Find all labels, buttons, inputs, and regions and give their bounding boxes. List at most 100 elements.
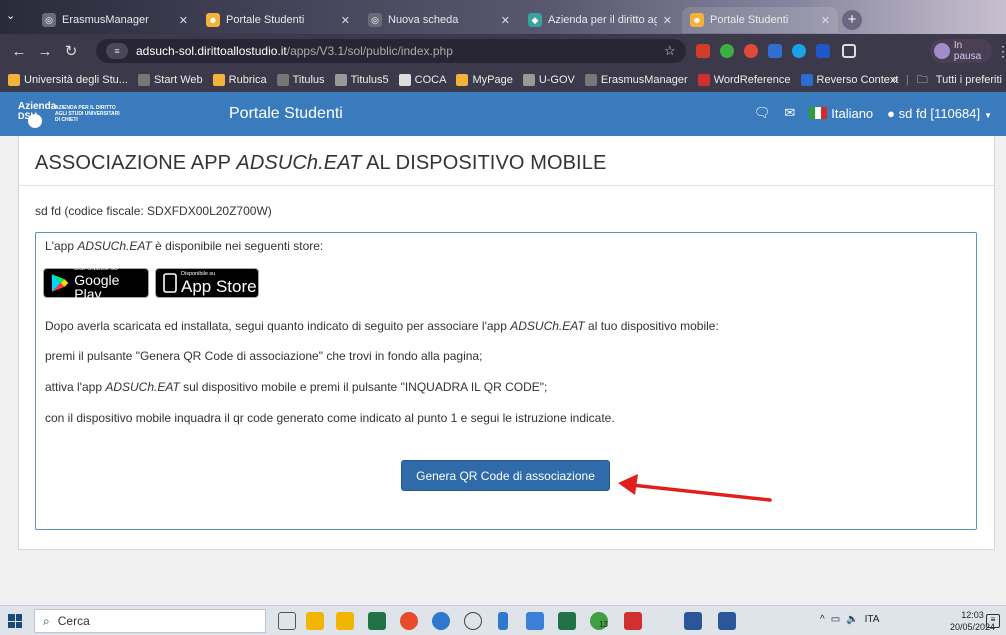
avatar bbox=[934, 43, 950, 59]
browser-toolbar: ← → ↻ ≡ adsuch-sol.dirittoallostudio.it /… bbox=[0, 34, 1006, 68]
portal-title[interactable]: Portale Studenti bbox=[229, 105, 343, 123]
calendar-icon[interactable] bbox=[526, 612, 544, 630]
generate-qr-code-button[interactable]: Genera QR Code di associazione bbox=[401, 460, 610, 491]
mail-icon[interactable]: ✉ bbox=[784, 105, 795, 121]
tab-azienda[interactable]: ◆ Azienda per il diritto agl ✕ bbox=[520, 7, 680, 33]
whatsapp-icon[interactable]: 13 bbox=[590, 612, 608, 630]
reload-icon[interactable]: ↻ bbox=[58, 42, 84, 60]
windows-taskbar: ⌕ Cerca 13 ^ ▭ 🔈 ITA 12:03 20/05/2024 ≡ bbox=[0, 605, 1006, 635]
bookmark-item[interactable]: ErasmusManager bbox=[584, 74, 688, 86]
chrome-icon[interactable] bbox=[400, 612, 418, 630]
grammar-extension-icon[interactable] bbox=[720, 44, 734, 58]
screen-extension-icon[interactable] bbox=[816, 44, 830, 58]
azienda-dsu-logo[interactable]: Azienda DSU AZIENDA PER IL DIRITTO AGLI … bbox=[18, 98, 138, 130]
page-title: ASSOCIAZIONE APP ADSUCh.EAT AL DISPOSITI… bbox=[35, 152, 607, 174]
opera-extension-icon[interactable] bbox=[744, 44, 758, 58]
divider bbox=[19, 185, 994, 186]
windows-start-icon[interactable] bbox=[8, 614, 22, 628]
portal-icon bbox=[8, 74, 20, 86]
extension-icon[interactable] bbox=[792, 44, 806, 58]
chevron-up-icon[interactable]: ^ bbox=[820, 614, 825, 625]
word-icon[interactable] bbox=[684, 612, 702, 630]
google-play-badge[interactable]: DISPONIBILE SU Google Play bbox=[43, 266, 149, 301]
chromium-icon: ◎ bbox=[42, 13, 56, 27]
file-explorer-icon[interactable] bbox=[306, 612, 324, 630]
tab-nuova-scheda[interactable]: ◎ Nuova scheda ✕ bbox=[360, 7, 518, 33]
all-bookmarks-button[interactable]: Tutti i preferiti bbox=[936, 74, 1002, 86]
chrome-profile-icon[interactable] bbox=[432, 612, 450, 630]
association-panel: ASSOCIAZIONE APP ADSUCh.EAT AL DISPOSITI… bbox=[18, 136, 995, 550]
portal-icon: ☻ bbox=[206, 13, 220, 27]
bookmark-item[interactable]: Università degli Stu... bbox=[8, 74, 128, 86]
pen-icon[interactable] bbox=[464, 612, 482, 630]
notification-icon[interactable]: ≡ bbox=[986, 614, 1000, 628]
bookmarks-bar: Università degli Stu... Start Web Rubric… bbox=[0, 68, 1006, 92]
step-1: premi il pulsante "Genera QR Code di ass… bbox=[45, 349, 483, 363]
close-icon[interactable]: ✕ bbox=[663, 14, 672, 27]
bookmark-item[interactable]: Rubrica bbox=[212, 74, 267, 86]
user-menu[interactable]: ● sd fd [110684] ▼ bbox=[887, 106, 992, 121]
globe-icon bbox=[584, 74, 597, 86]
address-bar[interactable]: ≡ adsuch-sol.dirittoallostudio.it/apps/V… bbox=[96, 39, 686, 63]
bookmark-item[interactable]: U-GOV bbox=[522, 74, 575, 86]
forward-icon[interactable]: → bbox=[32, 43, 58, 60]
language-selector[interactable]: Italiano bbox=[809, 106, 873, 121]
tab-portale-studenti-active[interactable]: ☻ Portale Studenti ✕ bbox=[682, 7, 838, 33]
close-icon[interactable]: ✕ bbox=[821, 14, 830, 27]
bookmark-item[interactable]: Reverso Context bbox=[800, 74, 898, 86]
page-background bbox=[18, 550, 995, 598]
wordreference-icon bbox=[697, 74, 710, 86]
download-icon[interactable] bbox=[498, 612, 508, 630]
more-bookmarks-button[interactable]: » bbox=[892, 74, 898, 86]
language-indicator[interactable]: ITA bbox=[865, 614, 880, 625]
app-store-badge[interactable]: Disponibile su App Store bbox=[155, 268, 259, 298]
close-icon[interactable]: ✕ bbox=[179, 14, 188, 27]
instructions-box: L'app ADSUCh.EAT è disponibile nei segue… bbox=[35, 232, 977, 530]
globe-icon bbox=[137, 74, 150, 86]
tab-portale-studenti[interactable]: ☻ Portale Studenti ✕ bbox=[198, 7, 358, 33]
acrobat-icon[interactable] bbox=[624, 612, 642, 630]
chat-icon[interactable]: 🗨 bbox=[754, 105, 771, 121]
extensions-puzzle-icon[interactable] bbox=[842, 44, 856, 58]
bookmark-item[interactable]: Titulus5 bbox=[334, 74, 389, 86]
back-icon[interactable]: ← bbox=[6, 43, 32, 60]
instructions-intro: Dopo averla scaricata ed installata, seg… bbox=[45, 319, 719, 333]
new-tab-button[interactable]: + bbox=[842, 10, 862, 30]
browser-menu-icon[interactable]: ⋮ bbox=[996, 43, 1006, 60]
volume-icon[interactable]: 🔈 bbox=[846, 614, 858, 625]
url-path: /apps/V3.1/sol/public/index.php bbox=[286, 44, 453, 58]
url-host: adsuch-sol.dirittoallostudio.it bbox=[136, 44, 287, 58]
step-2: attiva l'app ADSUCh.EAT sul dispositivo … bbox=[45, 380, 548, 394]
dsu-emblem-icon bbox=[28, 114, 42, 128]
close-icon[interactable]: ✕ bbox=[341, 14, 350, 27]
caret-down-icon: ▼ bbox=[984, 110, 992, 120]
file-explorer-icon[interactable] bbox=[336, 612, 354, 630]
bookmark-item[interactable]: MyPage bbox=[456, 74, 513, 86]
portal-icon: ☻ bbox=[690, 13, 704, 27]
azienda-icon: ◆ bbox=[528, 13, 542, 27]
translate-extension-icon[interactable] bbox=[768, 44, 782, 58]
excel-icon[interactable] bbox=[368, 612, 386, 630]
network-icon[interactable]: ▭ bbox=[831, 614, 840, 625]
tab-erasmusmanager[interactable]: ◎ ErasmusManager ✕ bbox=[34, 7, 196, 33]
bookmark-item[interactable]: COCA bbox=[398, 74, 446, 86]
bookmark-item[interactable]: Titulus bbox=[276, 74, 325, 86]
close-icon[interactable]: ✕ bbox=[501, 14, 510, 27]
bookmark-star-icon[interactable]: ☆ bbox=[664, 43, 676, 59]
task-view-icon[interactable] bbox=[278, 612, 296, 630]
word-icon[interactable] bbox=[718, 612, 736, 630]
pdf-extension-icon[interactable] bbox=[696, 44, 710, 58]
site-settings-icon[interactable]: ≡ bbox=[106, 43, 128, 59]
taskbar-search-input[interactable]: ⌕ Cerca bbox=[34, 609, 266, 633]
chromium-icon: ◎ bbox=[368, 13, 382, 27]
bookmark-item[interactable]: Start Web bbox=[137, 74, 203, 86]
excel-icon[interactable] bbox=[558, 612, 576, 630]
portal-icon bbox=[456, 74, 469, 86]
phone-icon bbox=[163, 273, 177, 293]
profile-paused-chip[interactable]: In pausa bbox=[930, 39, 992, 63]
search-icon: ⌕ bbox=[43, 613, 50, 628]
portal-navbar: Azienda DSU AZIENDA PER IL DIRITTO AGLI … bbox=[0, 92, 1006, 136]
bookmark-item[interactable]: WordReference bbox=[697, 74, 791, 86]
reverso-icon bbox=[800, 74, 813, 86]
tab-search-button[interactable]: ⌄ bbox=[6, 9, 28, 27]
